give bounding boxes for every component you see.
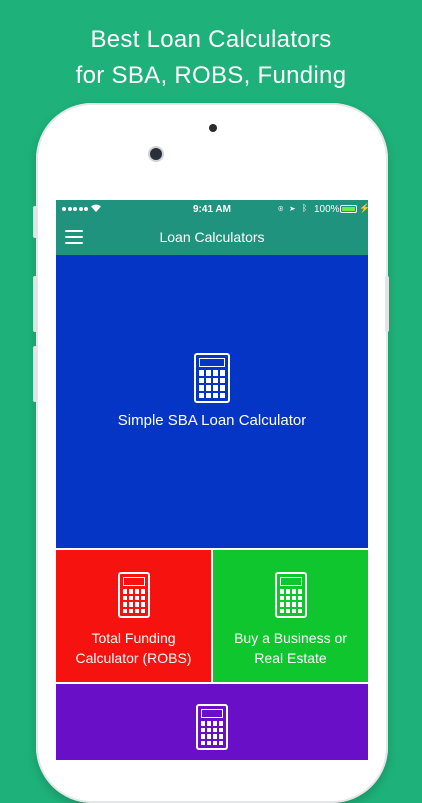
nav-title: Loan Calculators xyxy=(159,229,265,245)
front-camera xyxy=(150,148,162,160)
calculator-icon xyxy=(196,704,228,750)
bluetooth-icon: ᛒ xyxy=(301,203,310,213)
buy-business-real-estate-tile[interactable]: Buy a Business or Real Estate xyxy=(213,550,368,682)
calculator-icon xyxy=(118,572,150,618)
power-button xyxy=(385,276,389,332)
status-bar: 9:41 AM ◉ ➤ ᛒ 100% ⚡ xyxy=(56,200,368,219)
rotation-lock-icon: ◉ xyxy=(278,203,286,213)
tile-label: Simple SBA Loan Calculator xyxy=(117,412,307,429)
tile-label-line-1: Buy a Business or xyxy=(234,630,347,646)
simple-sba-loan-calculator-tile[interactable]: Simple SBA Loan Calculator xyxy=(56,255,368,548)
mute-switch xyxy=(33,206,37,238)
tile-label-line-2: Calculator (ROBS) xyxy=(75,650,192,666)
promo-headline: Best Loan Calculators for SBA, ROBS, Fun… xyxy=(0,22,422,94)
battery-percent: 100% xyxy=(314,204,340,215)
app-screen: 9:41 AM ◉ ➤ ᛒ 100% ⚡ Loan Calculators Si… xyxy=(56,200,368,760)
headline-line-1: Best Loan Calculators xyxy=(90,26,332,53)
total-funding-calculator-tile[interactable]: Total Funding Calculator (ROBS) xyxy=(56,550,211,682)
calculator-icon xyxy=(275,572,307,618)
status-indicators: ◉ ➤ ᛒ xyxy=(278,203,309,213)
charging-bolt-icon: ⚡ xyxy=(359,203,368,213)
location-arrow-icon: ➤ xyxy=(289,203,298,213)
volume-down-button xyxy=(33,346,37,402)
purple-calculator-tile[interactable] xyxy=(56,684,368,760)
tile-label-line-2: Real Estate xyxy=(254,650,327,666)
battery-icon xyxy=(340,205,357,213)
tile-label-line-1: Total Funding xyxy=(91,630,176,646)
headline-line-2: for SBA, ROBS, Funding xyxy=(75,62,347,89)
earpiece-speaker xyxy=(209,124,217,132)
calculator-icon xyxy=(194,353,230,403)
volume-up-button xyxy=(33,276,37,332)
navigation-bar: Loan Calculators xyxy=(56,219,368,255)
